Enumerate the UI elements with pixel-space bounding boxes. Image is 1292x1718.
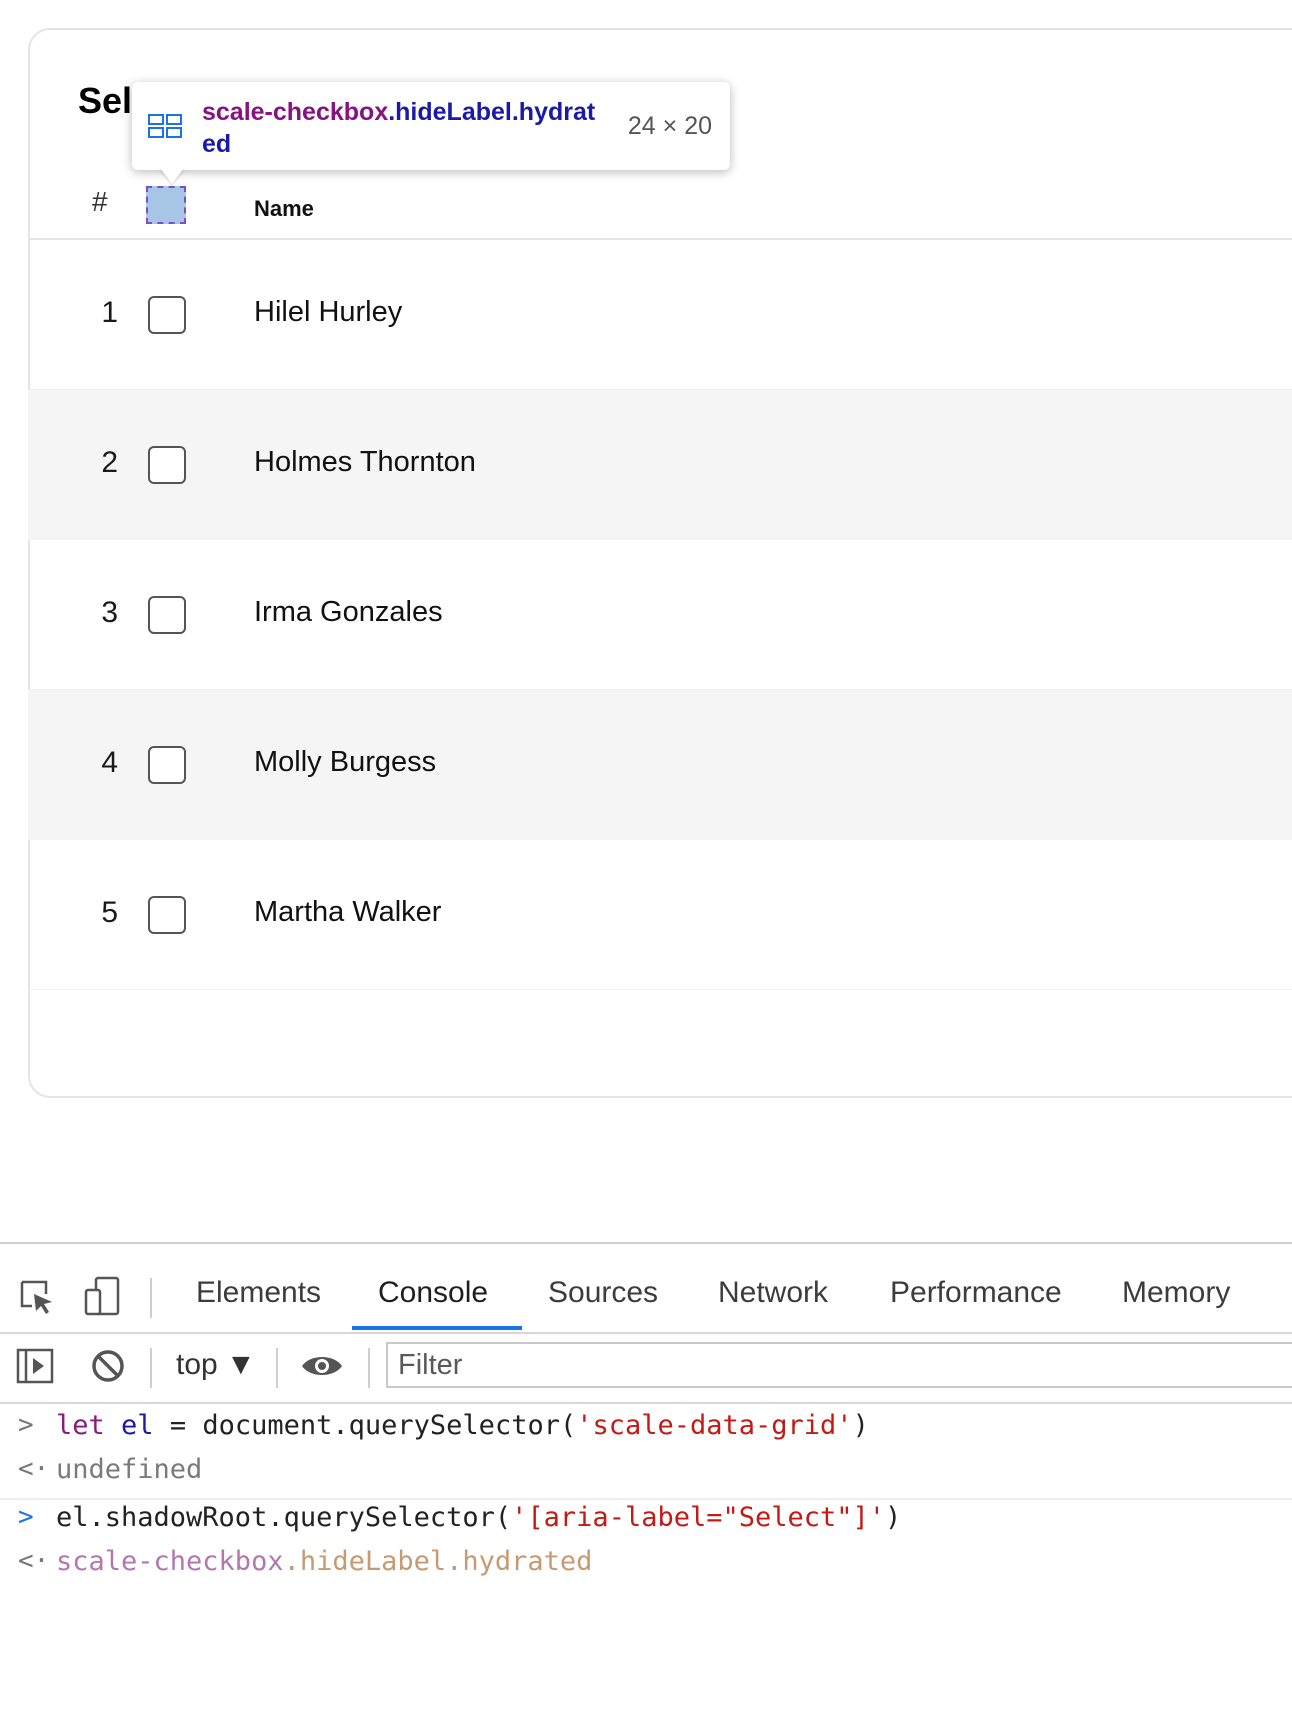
toolbar-separator <box>150 1348 152 1388</box>
row-index: 1 <box>101 296 118 329</box>
eye-icon[interactable] <box>300 1352 344 1380</box>
console-code: let el = document.querySelector('scale-d… <box>56 1410 869 1441</box>
tab-elements[interactable]: Elements <box>196 1276 321 1310</box>
toolbar-separator <box>368 1348 370 1388</box>
console-code[interactable]: el.shadowRoot.querySelector('[aria-label… <box>56 1502 901 1533</box>
devtools-panel: Elements Console Sources Network Perform… <box>0 1242 1292 1718</box>
table-row: 2 Holmes Thornton <box>28 390 1292 540</box>
inspect-element-icon[interactable] <box>18 1278 56 1316</box>
tooltip-tag: scale-checkbox <box>202 98 389 126</box>
tab-network[interactable]: Network <box>718 1276 828 1310</box>
grid-layout-icon <box>148 114 182 138</box>
select-all-checkbox-highlighted[interactable] <box>146 186 186 224</box>
table-row: 4 Molly Burgess <box>28 690 1292 840</box>
device-toolbar-icon[interactable] <box>82 1276 122 1316</box>
row-name: Hilel Hurley <box>254 296 403 328</box>
table-row: 1 Hilel Hurley <box>28 240 1292 390</box>
toolbar-separator <box>276 1348 278 1388</box>
tooltip-arrow <box>160 168 184 184</box>
row-index: 5 <box>101 896 118 929</box>
row-select-checkbox[interactable] <box>148 746 186 784</box>
row-index: 3 <box>101 596 118 629</box>
console-input-line: > let el = document.querySelector('scale… <box>0 1410 1292 1450</box>
result-arrow-icon: <· <box>18 1546 50 1576</box>
tooltip-selector: scale-checkbox.hideLabel.hydrated <box>202 96 602 160</box>
grid-title: Sel <box>78 80 133 121</box>
sidebar-toggle-icon[interactable] <box>16 1348 54 1384</box>
tab-memory[interactable]: Memory <box>1122 1276 1230 1310</box>
row-name: Holmes Thornton <box>254 446 476 478</box>
row-select-checkbox[interactable] <box>148 596 186 634</box>
tooltip-size: 24 × 20 <box>627 112 712 140</box>
console-output-line: <· undefined <box>0 1454 1292 1494</box>
tab-performance[interactable]: Performance <box>890 1276 1062 1310</box>
devtools-tab-bar: Elements Console Sources Network Perform… <box>0 1262 1292 1334</box>
prompt-chevron-icon: > <box>18 1502 34 1532</box>
inspect-tooltip: scale-checkbox.hideLabel.hydrated 24 × 2… <box>132 82 730 170</box>
console-result[interactable]: scale-checkbox.hideLabel.hydrated <box>56 1546 592 1577</box>
table-row: 3 Irma Gonzales <box>28 540 1292 690</box>
filter-input[interactable] <box>386 1342 1292 1388</box>
result-arrow-icon: <· <box>18 1454 50 1484</box>
row-index: 2 <box>101 446 118 479</box>
header-index-label: # <box>92 186 108 217</box>
row-name: Martha Walker <box>254 896 442 928</box>
prompt-chevron-icon: > <box>18 1410 34 1440</box>
context-selector[interactable]: top ▼ <box>176 1348 256 1382</box>
toolbar-separator <box>150 1278 152 1318</box>
console-toolbar: top ▼ <box>0 1334 1292 1404</box>
row-name: Molly Burgess <box>254 746 437 778</box>
row-select-checkbox[interactable] <box>148 896 186 934</box>
tab-console[interactable]: Console <box>378 1276 488 1310</box>
grid-header-row: # Name <box>28 178 1292 240</box>
active-tab-indicator <box>352 1326 522 1330</box>
console-input-line[interactable]: > el.shadowRoot.querySelector('[aria-lab… <box>0 1502 1292 1542</box>
row-select-checkbox[interactable] <box>148 296 186 334</box>
tab-sources[interactable]: Sources <box>548 1276 658 1310</box>
console-divider <box>0 1498 1292 1500</box>
row-name: Irma Gonzales <box>254 596 443 628</box>
console-output-line: <· scale-checkbox.hideLabel.hydrated <box>0 1546 1292 1586</box>
clear-console-icon[interactable] <box>90 1348 126 1384</box>
row-index: 4 <box>101 746 118 779</box>
table-row: 5 Martha Walker <box>28 840 1292 990</box>
header-name-label[interactable]: Name <box>254 196 314 222</box>
console-result: undefined <box>56 1454 203 1485</box>
row-select-checkbox[interactable] <box>148 446 186 484</box>
